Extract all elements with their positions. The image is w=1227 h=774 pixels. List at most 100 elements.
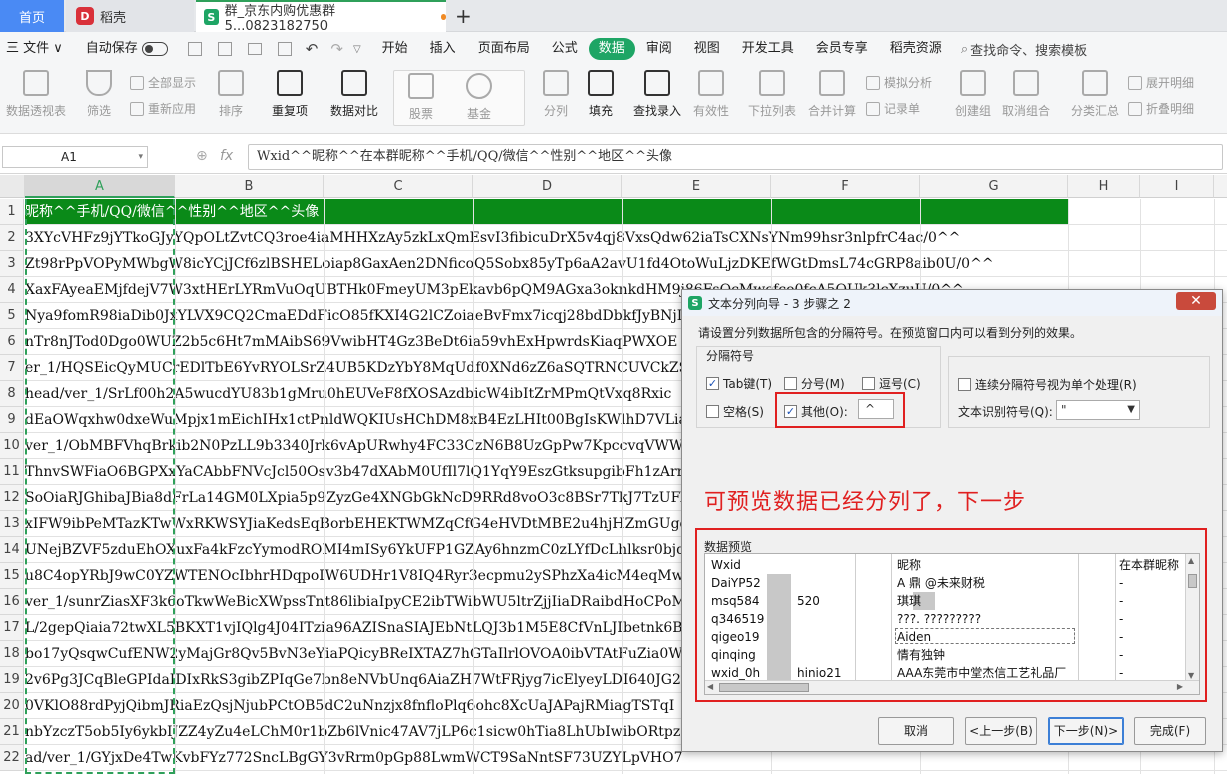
space-checkbox[interactable]: 空格(S) <box>706 403 764 420</box>
row-header[interactable]: 3 <box>0 251 24 277</box>
file-menu[interactable]: 三 文件 ∨ <box>0 38 74 60</box>
cancel-button[interactable]: 取消 <box>878 717 954 745</box>
lookup-entry-button[interactable]: 查找录入 <box>633 70 681 119</box>
stock-button[interactable]: 股票 <box>408 73 434 122</box>
row-header[interactable]: 18 <box>0 641 24 667</box>
dropdown-list-button[interactable]: 下拉列表 <box>748 70 796 119</box>
expand-detail-button[interactable]: 展开明细 <box>1128 74 1194 91</box>
comma-checkbox[interactable]: 逗号(C) <box>862 375 921 392</box>
column-header-h[interactable]: H <box>1068 175 1140 198</box>
row-header[interactable]: 12 <box>0 485 24 511</box>
menu-insert[interactable]: 插入 <box>419 38 467 60</box>
column-header-j[interactable] <box>1214 175 1227 198</box>
tab-daoke[interactable]: D 稻壳 <box>66 0 194 32</box>
name-box[interactable]: A1 ▾ <box>2 146 148 168</box>
subtotal-button[interactable]: 分类汇总 <box>1071 70 1119 119</box>
next-step-button[interactable]: 下一步(N)> <box>1048 717 1124 745</box>
row-header[interactable]: 14 <box>0 537 24 563</box>
print-icon[interactable] <box>247 43 262 55</box>
semicolon-checkbox[interactable]: 分号(M) <box>784 375 845 392</box>
pivot-table-button[interactable]: 数据透视表 <box>6 70 66 119</box>
consolidate-button[interactable]: 合并计算 <box>808 70 856 119</box>
dialog-title-bar[interactable]: S 文本分列向导 - 3 步骤之 2 ✕ <box>682 290 1222 316</box>
prev-step-button[interactable]: <上一步(B) <box>965 717 1037 745</box>
validity-button[interactable]: 有效性 <box>693 70 729 119</box>
sort-button[interactable]: 排序 <box>218 70 244 119</box>
row-header[interactable]: 11 <box>0 459 24 485</box>
menu-developer[interactable]: 开发工具 <box>731 38 805 60</box>
tab-home[interactable]: 首页 <box>0 0 64 32</box>
fx-icon[interactable]: fx <box>220 148 233 164</box>
command-search[interactable]: 查找命令、搜索模板 <box>970 40 1087 59</box>
menu-member[interactable]: 会员专享 <box>805 38 879 60</box>
row-header[interactable]: 17 <box>0 615 24 641</box>
data-preview[interactable]: Wxid 昵称 在本群昵称 DaiYP52 A 鼎 @未来财税 - msq584 520 琪琪 -… <box>704 553 1200 695</box>
column-header-f[interactable]: F <box>771 175 920 198</box>
column-header-a[interactable]: A <box>25 175 175 198</box>
new-tab-button[interactable]: + <box>455 4 472 28</box>
column-header-g[interactable]: G <box>920 175 1068 198</box>
tab-checkbox[interactable]: ✓ Tab键(T) <box>706 375 772 392</box>
formula-input[interactable]: Wxid^^昵称^^在本群昵称^^手机/QQ/微信^^性别^^地区^^头像 <box>248 144 1223 170</box>
tab-document[interactable]: S 群_京东内购优惠群5...0823182750 <box>196 0 447 34</box>
undo-icon[interactable]: ↶ <box>306 40 319 58</box>
preview-horizontal-scrollbar[interactable]: ◀ ▶ <box>705 680 1199 694</box>
row-header[interactable]: 5 <box>0 303 24 329</box>
menu-daoke-resources[interactable]: 稻壳资源 <box>879 38 953 60</box>
preview-icon[interactable] <box>277 42 292 56</box>
export-icon[interactable] <box>217 42 232 56</box>
zoom-icon[interactable]: ⊕ <box>196 148 208 164</box>
show-all-button[interactable]: 全部显示 <box>130 74 196 91</box>
filter-button[interactable]: 筛选 <box>86 70 112 119</box>
cell-a1[interactable]: 昵称^^手机/QQ/微信^^性别^^地区^^头像 <box>25 199 1068 225</box>
reapply-button[interactable]: 重新应用 <box>130 100 196 117</box>
row-header[interactable]: 21 <box>0 719 24 745</box>
name-box-dropdown-icon[interactable]: ▾ <box>138 147 143 167</box>
menu-review[interactable]: 审阅 <box>635 38 683 60</box>
save-icon[interactable] <box>187 42 202 56</box>
finish-button[interactable]: 完成(F) <box>1134 717 1206 745</box>
column-header-d[interactable]: D <box>473 175 622 198</box>
column-header-i[interactable]: I <box>1140 175 1214 198</box>
row-header[interactable]: 8 <box>0 381 24 407</box>
row-header[interactable]: 7 <box>0 355 24 381</box>
select-all-corner[interactable] <box>0 175 25 198</box>
row-header[interactable]: 2 <box>0 225 24 251</box>
cell-a3[interactable]: Zt98rPpVOPyMWbgW8icYCjJCf6zlBSHELoiap8Ga… <box>25 251 1227 277</box>
collapse-detail-button[interactable]: 折叠明细 <box>1128 100 1194 117</box>
row-header[interactable]: 13 <box>0 511 24 537</box>
row-header[interactable]: 4 <box>0 277 24 303</box>
record-form-button[interactable]: 记录单 <box>866 100 920 117</box>
cell-a2[interactable]: 3XYcVHFz9jYTkoGJyYQpOLtZvtCQ3roe4iaMHHXz… <box>25 225 1227 251</box>
row-header[interactable]: 6 <box>0 329 24 355</box>
row-header[interactable]: 19 <box>0 667 24 693</box>
fill-button[interactable]: 填充 <box>588 70 614 119</box>
close-icon[interactable]: ✕ <box>1176 292 1216 310</box>
fund-button[interactable]: 基金 <box>466 73 492 122</box>
more-dropdown-icon[interactable]: ▽ <box>353 44 361 55</box>
split-button[interactable]: 分列 <box>543 70 569 119</box>
column-header-e[interactable]: E <box>622 175 771 198</box>
whatif-button[interactable]: 模拟分析 <box>866 74 932 91</box>
row-header[interactable]: 22 <box>0 745 24 771</box>
row-header[interactable]: 1 <box>0 199 24 225</box>
menu-start[interactable]: 开始 <box>371 38 419 60</box>
column-header-b[interactable]: B <box>175 175 324 198</box>
menu-data[interactable]: 数据 <box>588 38 635 60</box>
create-group-button[interactable]: 创建组 <box>955 70 991 119</box>
row-header[interactable]: 10 <box>0 433 24 459</box>
data-compare-button[interactable]: 数据对比 <box>330 70 378 119</box>
menu-page-layout[interactable]: 页面布局 <box>467 38 541 60</box>
qualifier-select[interactable]: " ▼ <box>1056 400 1140 420</box>
row-header[interactable]: 20 <box>0 693 24 719</box>
column-header-c[interactable]: C <box>324 175 473 198</box>
redo-icon[interactable]: ↷ <box>330 40 343 58</box>
menu-formula[interactable]: 公式 <box>541 38 589 60</box>
row-header[interactable]: 9 <box>0 407 24 433</box>
menu-view[interactable]: 视图 <box>683 38 731 60</box>
ungroup-button[interactable]: 取消组合 <box>1002 70 1050 119</box>
row-header[interactable]: 15 <box>0 563 24 589</box>
duplicates-button[interactable]: 重复项 <box>272 70 308 119</box>
consecutive-checkbox[interactable]: 连续分隔符号视为单个处理(R) <box>958 376 1137 393</box>
preview-vertical-scrollbar[interactable]: ▲ ▼ <box>1185 554 1199 682</box>
